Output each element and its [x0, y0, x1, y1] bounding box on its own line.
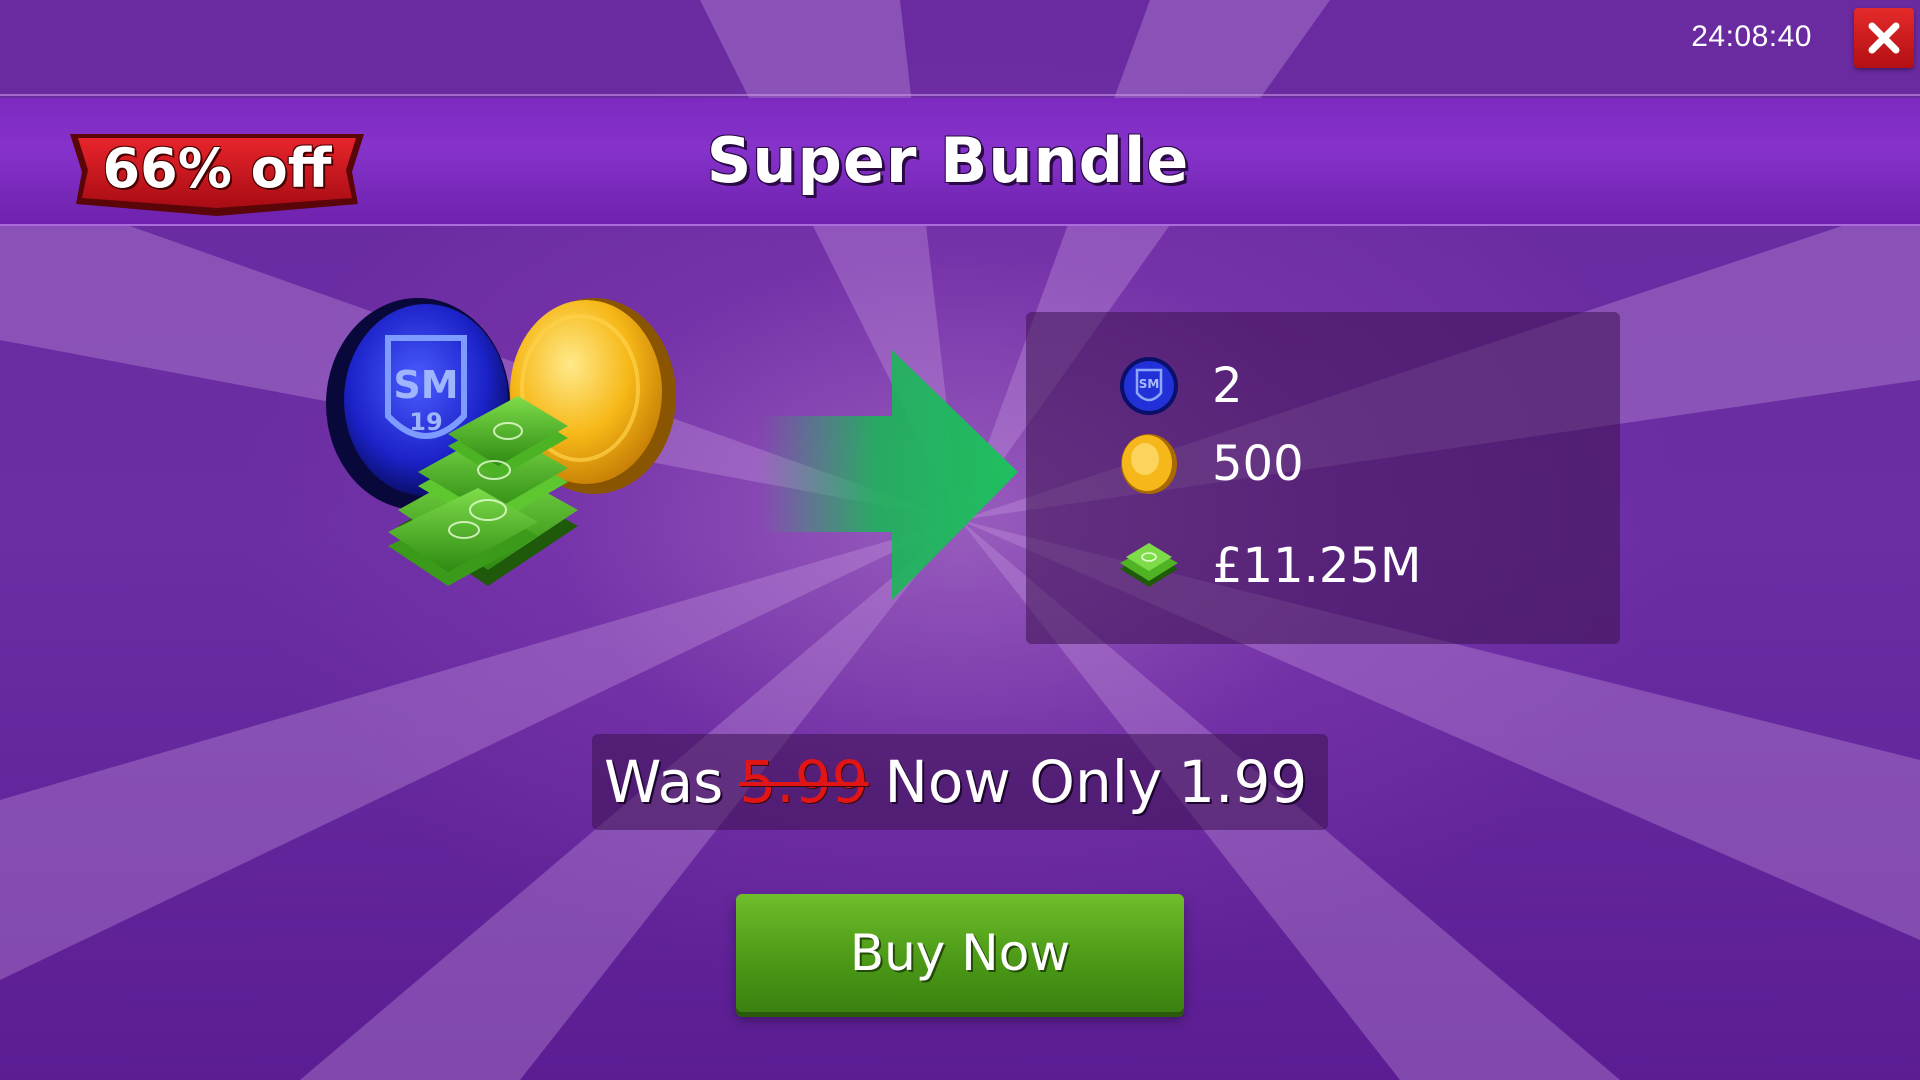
arrow-right-icon — [760, 350, 1018, 600]
bundle-illustration: SM 19 — [326, 298, 676, 586]
old-price: 5.99 — [739, 748, 869, 816]
bundle-item-value: £11.25M — [1212, 538, 1422, 594]
now-only-label: Now Only — [884, 748, 1163, 816]
page-title: Super Bundle — [706, 124, 1190, 197]
bundle-item-cash: £11.25M — [1118, 526, 1421, 606]
new-price: 1.99 — [1178, 748, 1308, 816]
buy-now-label: Buy Now — [849, 924, 1071, 982]
close-icon — [1868, 22, 1900, 54]
gold-coin-icon — [1118, 433, 1180, 495]
offer-screen: 24:08:40 66% off Super Bundle SM 19 SM 2… — [0, 0, 1920, 1080]
svg-text:SM: SM — [393, 363, 458, 407]
bundle-item-value: 2 — [1212, 358, 1243, 414]
bundle-item-value: 500 — [1212, 436, 1304, 492]
close-button[interactable] — [1854, 8, 1914, 68]
bundle-item-coins: 500 — [1118, 424, 1304, 504]
sm-token-icon: SM — [1118, 355, 1180, 417]
was-label: Was — [604, 748, 724, 816]
cash-stack-icon — [1118, 535, 1180, 597]
buy-now-button[interactable]: Buy Now — [736, 894, 1184, 1012]
bundle-contents-panel: SM 2 500 £11.25M — [1026, 312, 1620, 644]
svg-text:19: 19 — [409, 408, 442, 436]
top-bar — [0, 0, 1920, 96]
offer-countdown-timer: 24:08:40 — [1691, 20, 1812, 53]
price-panel: Was 5.99 Now Only 1.99 — [592, 734, 1328, 830]
bundle-item-tokens: SM 2 — [1118, 346, 1243, 426]
svg-text:SM: SM — [1139, 377, 1160, 391]
